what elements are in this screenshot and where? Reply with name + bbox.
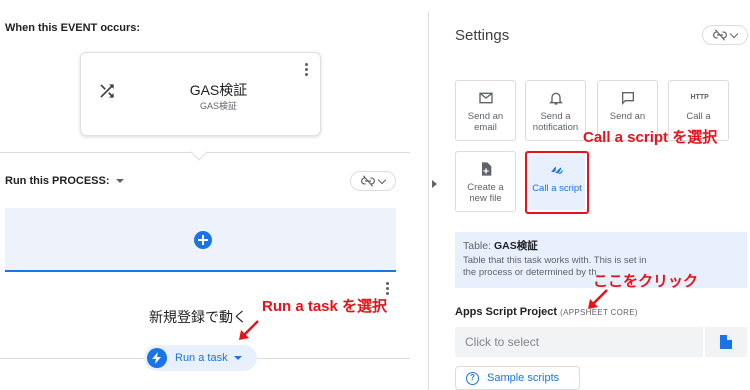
table-name: GAS検証 — [493, 240, 538, 252]
bell-icon — [548, 92, 563, 105]
sample-scripts-button[interactable]: ? Sample scripts — [455, 366, 580, 390]
event-card-subtitle: GAS検証 — [199, 101, 237, 111]
process-editor-panel: When this EVENT occurs: GAS検証 GAS検証 Run … — [0, 0, 420, 390]
apps-script-project-label: Apps Script Project (APPSHEET CORE) — [455, 306, 638, 318]
file-icon — [720, 335, 732, 349]
message-icon — [621, 92, 634, 105]
event-card-title: GAS検証 — [189, 82, 248, 98]
add-step-button[interactable] — [194, 231, 212, 249]
file-picker-button[interactable] — [705, 327, 747, 357]
expand-arrow-icon[interactable] — [432, 180, 437, 188]
tile-send-notification[interactable]: Send a notification — [525, 80, 586, 141]
link-toggle[interactable] — [702, 25, 748, 45]
task-name: 新規登録で動く — [149, 309, 247, 325]
file-icon — [481, 162, 491, 176]
annotation-call-script: Call a script を選択 — [583, 129, 718, 146]
chevron-down-icon — [729, 29, 739, 38]
tile-call-script[interactable]: Call a script — [525, 151, 589, 214]
connector-notch — [190, 143, 208, 161]
link-off-icon — [361, 175, 375, 187]
sample-scripts-label: Sample scripts — [487, 372, 560, 384]
table-info-heading: Table: GAS検証 — [463, 240, 538, 252]
event-more-icon[interactable] — [303, 63, 309, 79]
event-card[interactable]: GAS検証 GAS検証 — [80, 52, 321, 136]
apps-script-sub-label: (APPSHEET CORE) — [560, 308, 638, 317]
task-type-label: Run a task — [175, 352, 228, 364]
link-off-icon — [713, 29, 727, 41]
chevron-down-icon — [233, 356, 242, 360]
tile-send-email[interactable]: Send an email — [455, 80, 516, 141]
link-toggle[interactable] — [350, 171, 396, 191]
annotation-arrow-icon — [239, 320, 259, 340]
apps-script-icon — [551, 166, 563, 174]
mail-icon — [478, 92, 493, 104]
annotation-run-task: Run a task を選択 — [262, 298, 388, 315]
apps-script-select[interactable]: Click to select — [455, 327, 703, 357]
task-type-dropdown[interactable]: Run a task — [144, 345, 257, 371]
bolt-icon — [147, 348, 167, 368]
help-icon: ? — [466, 371, 479, 385]
event-section-label: When this EVENT occurs: — [5, 22, 141, 34]
settings-title: Settings — [455, 27, 510, 44]
chevron-down-icon — [115, 179, 124, 184]
tile-create-file[interactable]: Create a new file — [455, 151, 516, 212]
http-icon: HTTP — [690, 94, 709, 101]
process-section-label[interactable]: Run this PROCESS: — [5, 175, 124, 187]
add-step-area[interactable] — [5, 208, 396, 272]
panel-divider — [428, 12, 429, 390]
chevron-down-icon — [377, 175, 387, 184]
